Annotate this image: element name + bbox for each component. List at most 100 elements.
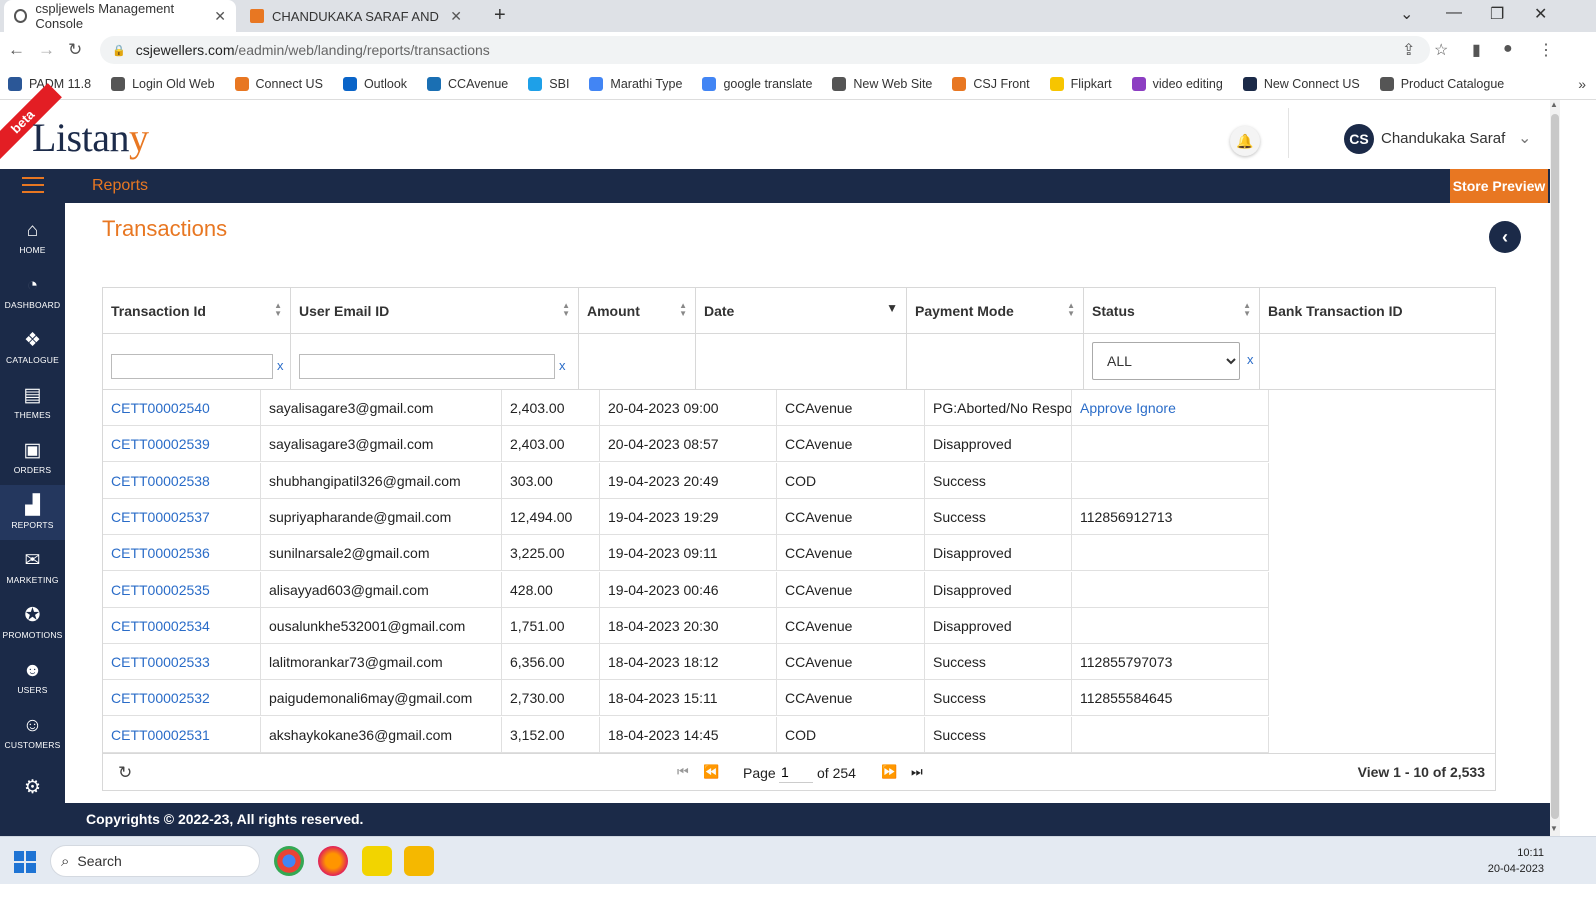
transaction-id-cell[interactable]: CETT00002531 [103, 716, 261, 753]
firefox-icon[interactable] [318, 846, 348, 876]
bookmark-6[interactable]: Marathi Type [589, 76, 682, 91]
page-scrollbar[interactable] [1550, 100, 1560, 836]
bookmark-2[interactable]: Connect US [234, 76, 323, 91]
back-button[interactable]: ‹ [1489, 221, 1521, 253]
page-number-input[interactable] [779, 761, 813, 783]
bookmark-13[interactable]: Product Catalogue [1379, 76, 1504, 91]
notification-bell-icon[interactable]: 🔔 [1230, 126, 1260, 156]
bookmark-11[interactable]: video editing [1131, 76, 1223, 91]
sidebar-item-home[interactable]: ⌂ HOME [0, 210, 65, 265]
bookmark-9[interactable]: CSJ Front [952, 76, 1030, 91]
sidebar-item-marketing[interactable]: ✉ MARKETING [0, 540, 65, 595]
column-header-payment-mode[interactable]: Payment Mode ▲ ▼ [907, 288, 1084, 334]
bookmark-8[interactable]: New Web Site [832, 76, 932, 91]
ignore-link[interactable]: Ignore [1136, 400, 1176, 416]
approve-link[interactable]: Approve [1080, 400, 1132, 416]
column-header-bank-transaction-id[interactable]: Bank Transaction ID [1260, 288, 1495, 334]
bookmark-4[interactable]: CCAvenue [427, 76, 508, 91]
browser-tab-console[interactable]: cspljewels Management Console ✕ [4, 0, 236, 32]
bookmark-12[interactable]: New Connect US [1242, 76, 1360, 91]
scroll-down-icon[interactable]: ▼ [1550, 824, 1558, 833]
profile-icon[interactable]: ● [1503, 40, 1513, 58]
address-bar[interactable]: 🔒 csjewellers.com/eadmin/web/landing/rep… [100, 36, 1430, 64]
store-preview-button[interactable]: Store Preview [1450, 169, 1548, 203]
column-header-date[interactable]: Date ▼ [696, 288, 907, 334]
transaction-id-cell[interactable]: CETT00002539 [103, 426, 261, 463]
transaction-id-cell[interactable]: CETT00002537 [103, 498, 261, 535]
close-window-icon[interactable]: ✕ [1534, 4, 1547, 24]
last-page-icon[interactable]: ⏭ [911, 764, 923, 780]
clear-filter-icon[interactable]: x [1247, 352, 1254, 367]
scrollbar-thumb[interactable] [1551, 114, 1559, 819]
transaction-id-cell[interactable]: CETT00002534 [103, 607, 261, 644]
forward-arrow-icon[interactable]: → [38, 40, 55, 60]
table-row[interactable]: CETT00002532 paigudemonali6may@gmail.com 2… [103, 680, 1269, 717]
table-row[interactable]: CETT00002537 supriyapharande@gmail.com 12,… [103, 498, 1269, 535]
maximize-icon[interactable]: ❐ [1490, 4, 1504, 24]
transaction-id-cell[interactable]: CETT00002532 [103, 680, 261, 717]
table-row[interactable]: CETT00002540 sayalisagare3@gmail.com 2,403… [103, 390, 1269, 426]
column-header-status[interactable]: Status ▲ ▼ [1084, 288, 1260, 334]
bookmark-5[interactable]: SBI [528, 76, 569, 91]
table-row[interactable]: CETT00002533 lalitmorankar73@gmail.com 6,3… [103, 644, 1269, 681]
browser-tab-store[interactable]: CHANDUKAKA SARAF AND SON ✕ [240, 0, 472, 32]
next-page-icon[interactable]: ⏩ [881, 764, 897, 780]
sidebar-item-orders[interactable]: ▣ ORDERS [0, 430, 65, 485]
refresh-icon[interactable]: ↻ [118, 763, 132, 783]
table-row[interactable]: CETT00002531 akshaykokane36@gmail.com 3,15… [103, 716, 1269, 753]
hamburger-menu-icon[interactable] [22, 177, 44, 195]
clear-filter-icon[interactable]: x [277, 358, 284, 373]
sidebar-item-dashboard[interactable]: ◔ DASHBOARD [0, 265, 65, 320]
status-filter-select[interactable]: ALL [1092, 342, 1240, 380]
table-row[interactable]: CETT00002534 ousalunkhe532001@gmail.com 1,… [103, 607, 1269, 644]
transaction-id-filter-input[interactable] [111, 354, 273, 379]
sidebar-item-themes[interactable]: ▤ THEMES [0, 375, 65, 430]
menu-dots-icon[interactable]: ⋮ [1538, 40, 1554, 60]
clear-filter-icon[interactable]: x [559, 358, 566, 373]
bookmark-1[interactable]: Login Old Web [111, 76, 215, 91]
table-row[interactable]: CETT00002536 sunilnarsale2@gmail.com 3,225… [103, 535, 1269, 572]
bookmark-10[interactable]: Flipkart [1049, 76, 1112, 91]
email-filter-input[interactable] [299, 354, 555, 379]
transaction-id-cell[interactable]: CETT00002536 [103, 535, 261, 572]
listany-logo[interactable]: Listany [32, 114, 149, 161]
column-header-amount[interactable]: Amount ▲ ▼ [579, 288, 696, 334]
sidebar-item-promotions[interactable]: ✪ PROMOTIONS [0, 595, 65, 650]
transaction-id-cell[interactable]: CETT00002533 [103, 644, 261, 681]
side-panel-icon[interactable]: ▮ [1472, 40, 1481, 60]
table-row[interactable]: CETT00002539 sayalisagare3@gmail.com 2,403… [103, 426, 1269, 463]
more-bookmarks-icon[interactable]: » [1578, 76, 1586, 92]
new-tab-icon[interactable]: + [494, 4, 506, 27]
previous-page-icon[interactable]: ⏪ [703, 764, 719, 780]
bookmark-7[interactable]: google translate [702, 76, 812, 91]
first-page-icon[interactable]: ⏮ [677, 764, 689, 780]
star-icon[interactable]: ☆ [1434, 40, 1448, 60]
tab-search-chevron-icon[interactable]: ⌄ [1400, 4, 1413, 24]
sidebar-item-customers[interactable]: ☺ CUSTOMERS [0, 705, 65, 760]
taskbar-search[interactable]: ⌕ Search [50, 845, 260, 877]
file-explorer-icon[interactable] [404, 846, 434, 876]
user-name[interactable]: Chandukaka Saraf [1381, 130, 1505, 147]
transaction-id-cell[interactable]: CETT00002538 [103, 462, 261, 499]
share-icon[interactable]: ⇪ [1402, 40, 1415, 60]
minimize-icon[interactable]: — [1446, 4, 1462, 22]
windows-start-icon[interactable] [14, 851, 36, 873]
chrome-icon[interactable] [274, 846, 304, 876]
close-icon[interactable]: ✕ [214, 8, 226, 25]
sidebar-item-catalogue[interactable]: ❖ CATALOGUE [0, 320, 65, 375]
table-row[interactable]: CETT00002538 shubhangipatil326@gmail.com 3… [103, 462, 1269, 499]
table-row[interactable]: CETT00002535 alisayyad603@gmail.com 428.00… [103, 571, 1269, 608]
sticky-notes-icon[interactable] [362, 846, 392, 876]
chevron-down-icon[interactable]: ⌄ [1518, 128, 1531, 148]
transaction-id-cell[interactable]: CETT00002540 [103, 390, 261, 426]
bookmark-3[interactable]: Outlook [342, 76, 407, 91]
column-header-transaction-id[interactable]: Transaction Id ▲ ▼ [103, 288, 291, 334]
close-icon[interactable]: ✕ [450, 8, 462, 25]
sidebar-item-users[interactable]: ☻ USERS [0, 650, 65, 705]
system-clock[interactable]: 10:11 20-04-2023 [1488, 845, 1544, 877]
avatar[interactable]: CS [1344, 124, 1374, 154]
back-arrow-icon[interactable]: ← [8, 40, 25, 60]
column-header-user-email[interactable]: User Email ID ▲ ▼ [291, 288, 579, 334]
reload-icon[interactable]: ↻ [68, 40, 82, 60]
transaction-id-cell[interactable]: CETT00002535 [103, 571, 261, 608]
